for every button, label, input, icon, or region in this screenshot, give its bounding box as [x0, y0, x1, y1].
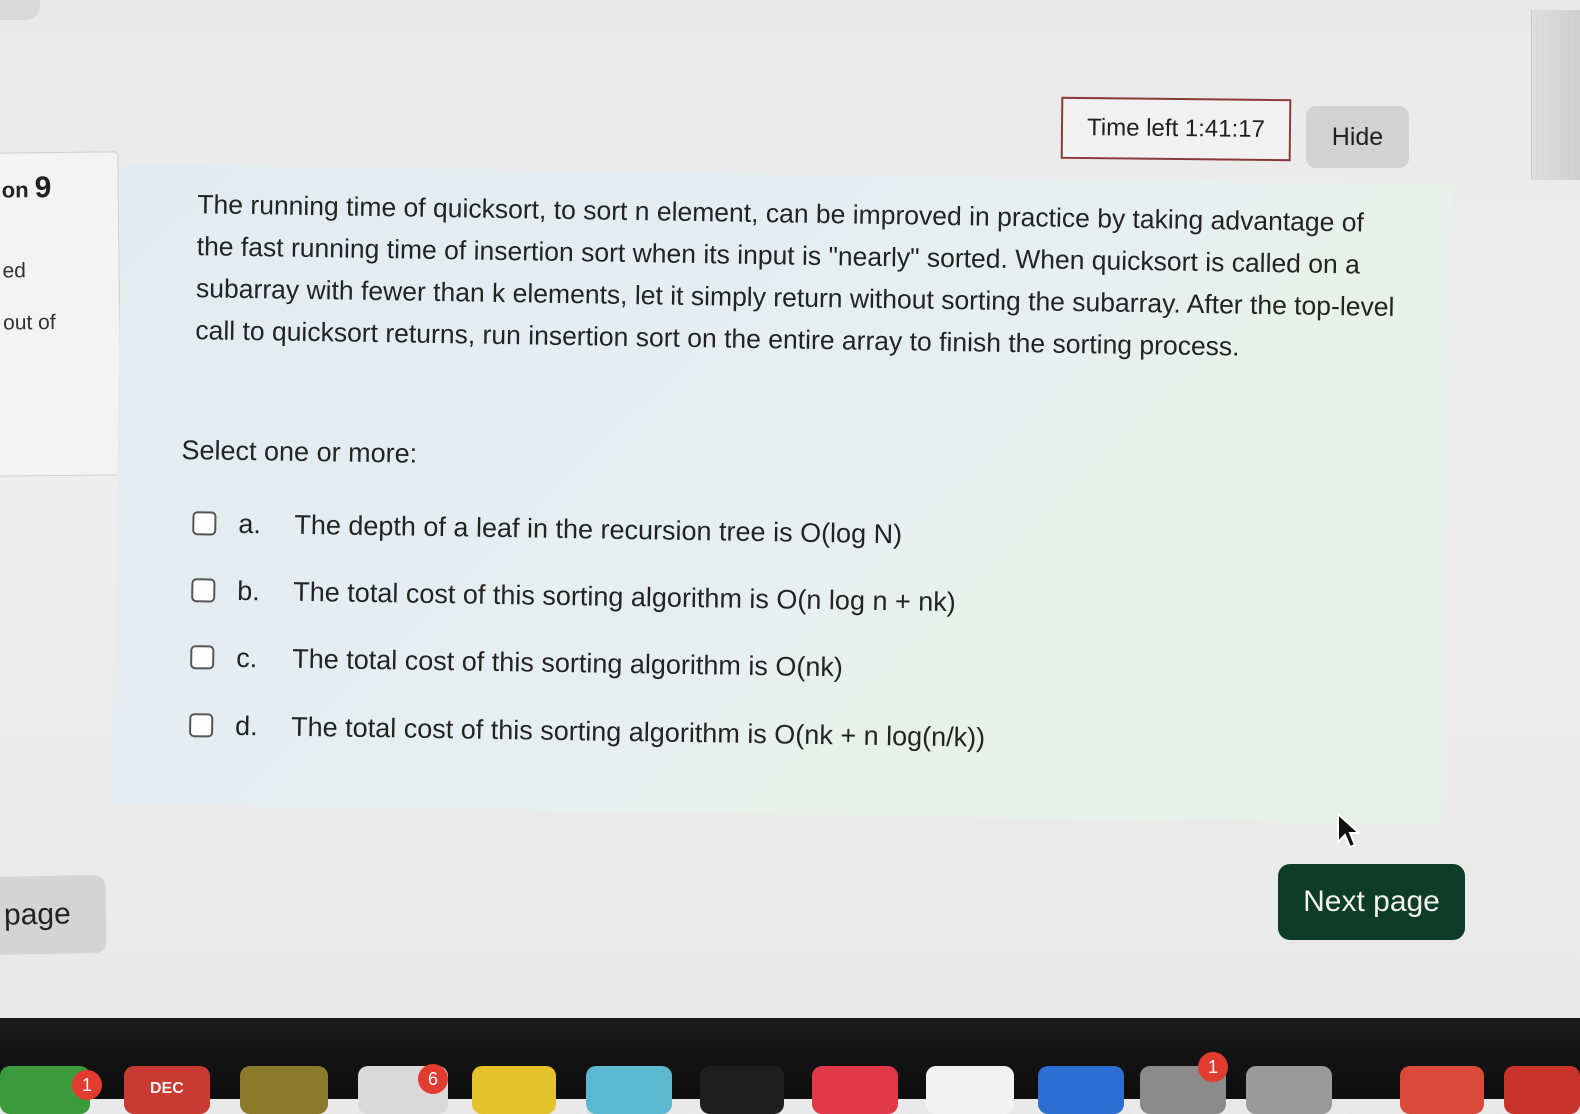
- option-letter: a.: [238, 508, 262, 539]
- question-info-panel: on 9 ed out of: [0, 151, 122, 477]
- scrollbar[interactable]: [1531, 10, 1580, 180]
- question-number-label: on 9: [2, 171, 52, 206]
- photo-booth-app-icon[interactable]: [1504, 1066, 1580, 1114]
- option-d[interactable]: d. The total cost of this sorting algori…: [189, 705, 986, 757]
- hide-timer-button[interactable]: Hide: [1306, 106, 1409, 168]
- question-text: The running time of quicksort, to sort n…: [195, 189, 1395, 362]
- option-text: The total cost of this sorting algorithm…: [293, 576, 957, 617]
- dock-bar: [0, 1018, 1580, 1099]
- option-text: The total cost of this sorting algorithm…: [292, 643, 844, 682]
- option-letter: d.: [234, 710, 258, 741]
- next-page-button[interactable]: Next page: [1278, 864, 1465, 940]
- app-badge: 6: [418, 1064, 448, 1094]
- question-number: 9: [34, 171, 52, 205]
- answer-prompt: Select one or more:: [181, 434, 418, 469]
- option-b-checkbox[interactable]: [191, 578, 216, 603]
- question-marks: out of: [2, 310, 56, 335]
- option-c-checkbox[interactable]: [190, 645, 215, 670]
- option-b[interactable]: b. The total cost of this sorting algori…: [191, 570, 956, 622]
- mouse-cursor-icon: [1337, 812, 1362, 849]
- xcode-app-icon[interactable]: [1038, 1066, 1124, 1114]
- option-text: The total cost of this sorting algorithm…: [290, 711, 986, 753]
- news-app-icon[interactable]: [926, 1066, 1014, 1114]
- top-left-tab: [0, 0, 40, 20]
- iphone-mirroring-app-icon[interactable]: [1246, 1066, 1332, 1114]
- option-d-checkbox[interactable]: [189, 713, 214, 738]
- option-a-checkbox[interactable]: [192, 511, 217, 536]
- previous-page-button[interactable]: page: [0, 874, 107, 956]
- question-status: ed: [2, 259, 27, 283]
- settings-badge: 1: [1198, 1052, 1228, 1082]
- option-a[interactable]: a. The depth of a leaf in the recursion …: [192, 503, 902, 554]
- terminal-app-icon[interactable]: [700, 1066, 784, 1114]
- question-prefix: on: [1, 177, 29, 203]
- preview-app-icon[interactable]: [586, 1066, 672, 1114]
- stickies-app-icon[interactable]: [472, 1066, 556, 1114]
- option-letter: c.: [236, 642, 258, 673]
- option-letter: b.: [237, 575, 261, 606]
- calendar-month: DEC: [150, 1080, 184, 1097]
- question-card: The running time of quicksort, to sort n…: [111, 164, 1452, 825]
- music-app-icon[interactable]: [812, 1066, 898, 1114]
- chrome-app-icon[interactable]: [1400, 1066, 1484, 1114]
- messages-badge: 1: [72, 1070, 102, 1100]
- notes-app-icon[interactable]: [240, 1066, 328, 1114]
- option-c[interactable]: c. The total cost of this sorting algori…: [190, 637, 843, 687]
- time-left-display: Time left 1:41:17: [1060, 96, 1292, 162]
- option-text: The depth of a leaf in the recursion tre…: [294, 509, 903, 549]
